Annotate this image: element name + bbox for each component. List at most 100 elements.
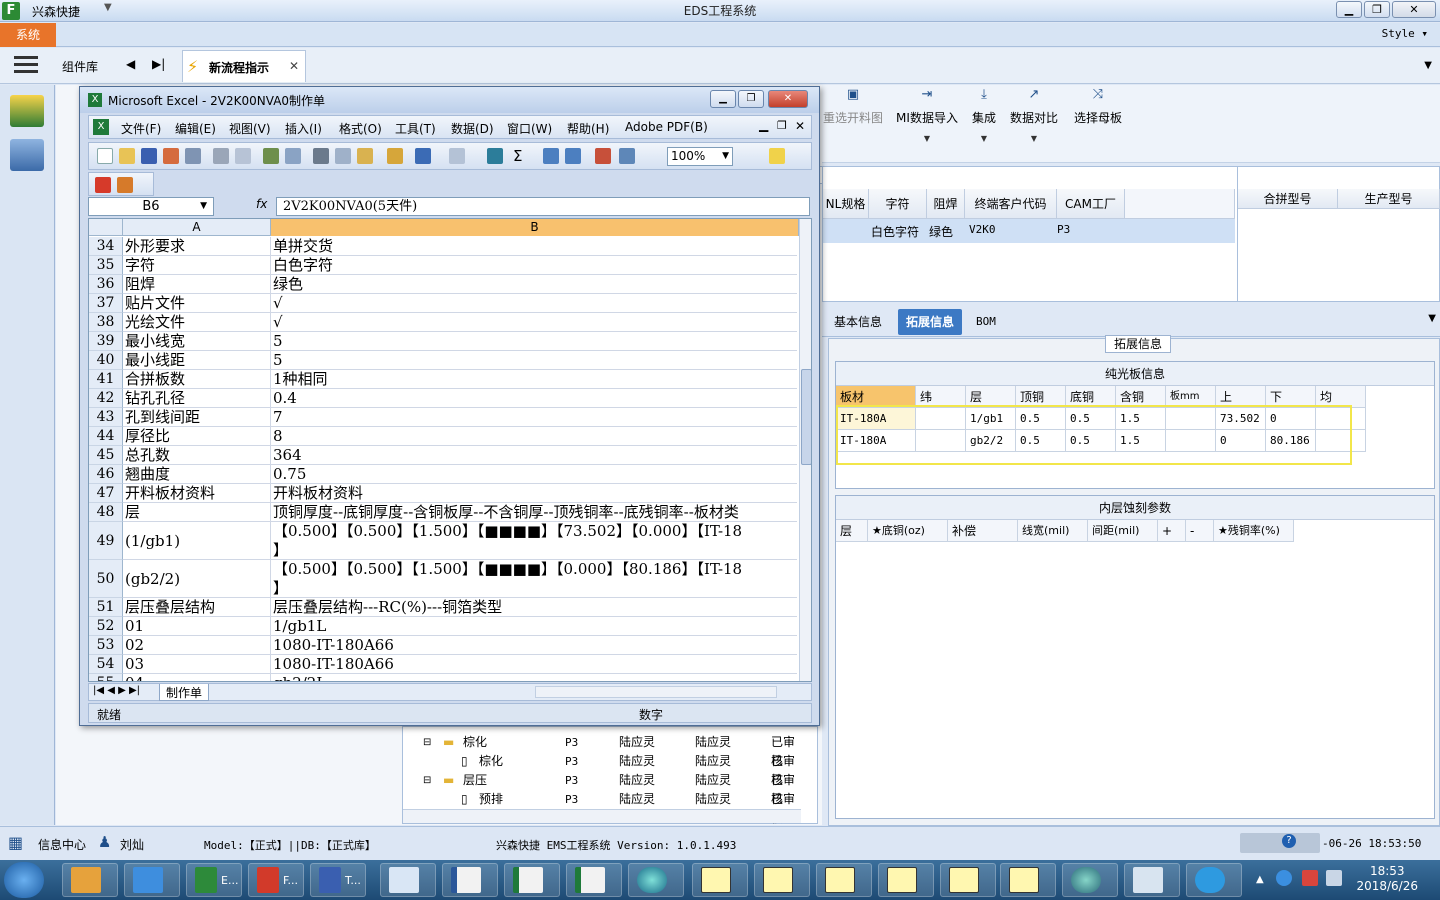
sheet-tab-active[interactable]: 制作单 [159,684,210,701]
row-number[interactable]: 34 [89,237,123,256]
col-header[interactable]: + [1158,520,1186,542]
taskbar-excel-1[interactable] [504,863,560,897]
tab-basic-info[interactable]: 基本信息 [826,309,890,335]
row-number[interactable]: 45 [89,446,123,465]
tray-shield-icon[interactable] [1276,870,1292,886]
excel-minimize-button[interactable]: ▁ [710,90,736,108]
row-number[interactable]: 39 [89,332,123,351]
row-number[interactable]: 35 [89,256,123,275]
format-painter-icon[interactable] [387,148,403,164]
tab-system[interactable]: 系统 [0,23,56,47]
zoom-select[interactable]: 100% ▼ [667,147,733,166]
taskbar-word[interactable] [442,863,498,897]
close-tab-icon[interactable]: ✕ [289,59,299,73]
col-header-cam-factory[interactable]: CAM工厂 [1057,189,1125,219]
scroll-thumb[interactable] [801,369,811,465]
nav-forward-icon[interactable]: ▶| [152,57,165,71]
taskbar-shell-app[interactable] [62,863,118,897]
row-number[interactable]: 40 [89,351,123,370]
table-row[interactable]: 白色字符 绿色 V2K0 P3 [823,219,1235,243]
col-header-b[interactable]: B [271,219,799,236]
cell-b[interactable]: 8 [271,427,797,446]
cell-b[interactable]: 1/gb1L [271,617,797,636]
cell-a[interactable]: 最小线距 [123,351,271,370]
menu-tools[interactable]: 工具(T) [395,120,436,137]
vertical-scrollbar[interactable] [799,219,811,681]
cell-b[interactable]: 绿色 [271,275,797,294]
horizontal-scrollbar[interactable] [535,686,777,698]
tab-library[interactable]: 组件库 [62,58,98,75]
chart-wizard-icon[interactable] [595,148,611,164]
select-all-corner[interactable] [89,219,123,236]
col-header[interactable]: 层 [836,520,868,542]
name-box[interactable]: B6 ▼ [88,197,214,216]
tree-row[interactable]: ▯ 预排 P3 陆应灵 陆应灵 已审核 [403,790,803,825]
windows-grid-icon[interactable]: ▦ [8,833,23,852]
taskbar-excel-2[interactable] [566,863,622,897]
sheet-nav-icons[interactable]: |◀ ◀ ▶ ▶| [93,685,140,696]
cell-a[interactable]: 厚径比 [123,427,271,446]
cell-a[interactable]: 阻焊 [123,275,271,294]
cell-b[interactable]: 1种相同 [271,370,797,389]
cell-a[interactable]: 开料板材资料 [123,484,271,503]
cell-b[interactable]: 7 [271,408,797,427]
collapse-icon[interactable]: ⊟ [423,771,431,790]
taskbar-x-window-6[interactable] [1000,863,1056,897]
menu-insert[interactable]: 插入(I) [285,120,322,137]
cell-a[interactable]: 04 [123,674,271,681]
cell-a[interactable]: 钻孔孔径 [123,389,271,408]
col-header[interactable]: 补偿 [948,520,1018,542]
row-number[interactable]: 54 [89,655,123,674]
data-compare-button[interactable]: ↗ 数据对比 ▼ [1008,85,1060,163]
col-header[interactable]: - [1186,520,1214,542]
pdf-convert-icon[interactable] [95,177,111,193]
col-header-nl[interactable]: NL规格 [823,189,869,219]
taskbar-f-app[interactable]: F... [248,863,304,897]
close-button[interactable]: ✕ [1392,1,1436,18]
tabs-dropdown-icon[interactable]: ▼ [1428,313,1436,324]
excel-restore-button[interactable]: ❐ [738,90,764,108]
taskbar-chat-app[interactable] [1186,863,1242,897]
tree-row[interactable]: ⊟ ▬ 层压 P3 陆应灵 陆应灵 已审核 [403,771,803,806]
dropdown-icon[interactable]: ▼ [966,134,1002,143]
cell-a[interactable]: 层 [123,503,271,522]
research-icon[interactable] [285,148,301,164]
maximize-button[interactable]: ❐ [1364,1,1390,18]
row-number[interactable]: 48 [89,503,123,522]
cell-b[interactable]: 开料板材资料 [271,484,797,503]
cell-a[interactable]: 外形要求 [123,237,271,256]
col-header-prod-model[interactable]: 生产型号 [1338,189,1440,209]
cell-b[interactable]: 白色字符 [271,256,797,275]
excel-close-button[interactable]: ✕ [768,90,808,108]
row-number[interactable]: 49 [89,522,123,560]
select-motherboard-button[interactable]: ⤨ 选择母板 [1072,85,1124,163]
open-icon[interactable] [119,148,135,164]
workbook-icon[interactable]: X [93,119,109,135]
col-header-a[interactable]: A [123,219,271,236]
sort-desc-icon[interactable] [565,148,581,164]
cell-b[interactable]: √ [271,294,797,313]
taskbar-notepad[interactable] [380,863,436,897]
start-button[interactable] [4,862,44,898]
cell-b[interactable]: 0.4 [271,389,797,408]
taskbar-book-app[interactable] [1124,863,1180,897]
menu-window[interactable]: 窗口(W) [507,120,552,137]
yx-module-icon[interactable] [10,95,44,127]
taskbar-t-app[interactable]: T... [310,863,366,897]
cell-a[interactable]: 贴片文件 [123,294,271,313]
cell-a[interactable]: 01 [123,617,271,636]
taskbar-net-app[interactable] [1062,863,1118,897]
hyperlink-icon[interactable] [487,148,503,164]
cell-b[interactable]: 层压叠层结构---RC(%)---铜箔类型 [271,598,797,617]
formula-bar[interactable]: 2V2K00NVA0(5天件) [276,197,810,216]
cell-a[interactable]: (1/gb1) [123,522,271,560]
cell-a[interactable]: 03 [123,655,271,674]
taskbar-x-window-4[interactable] [878,863,934,897]
col-header[interactable]: 线宽(mil) [1018,520,1088,542]
tab-ext-info[interactable]: 拓展信息 [898,309,963,335]
dropdown-icon[interactable]: ▼ [1008,134,1060,143]
help-icon[interactable]: ? [1282,834,1296,848]
taskbar-x-window-5[interactable] [940,863,996,897]
redo-icon[interactable] [449,148,465,164]
menu-file[interactable]: 文件(F) [121,120,161,137]
